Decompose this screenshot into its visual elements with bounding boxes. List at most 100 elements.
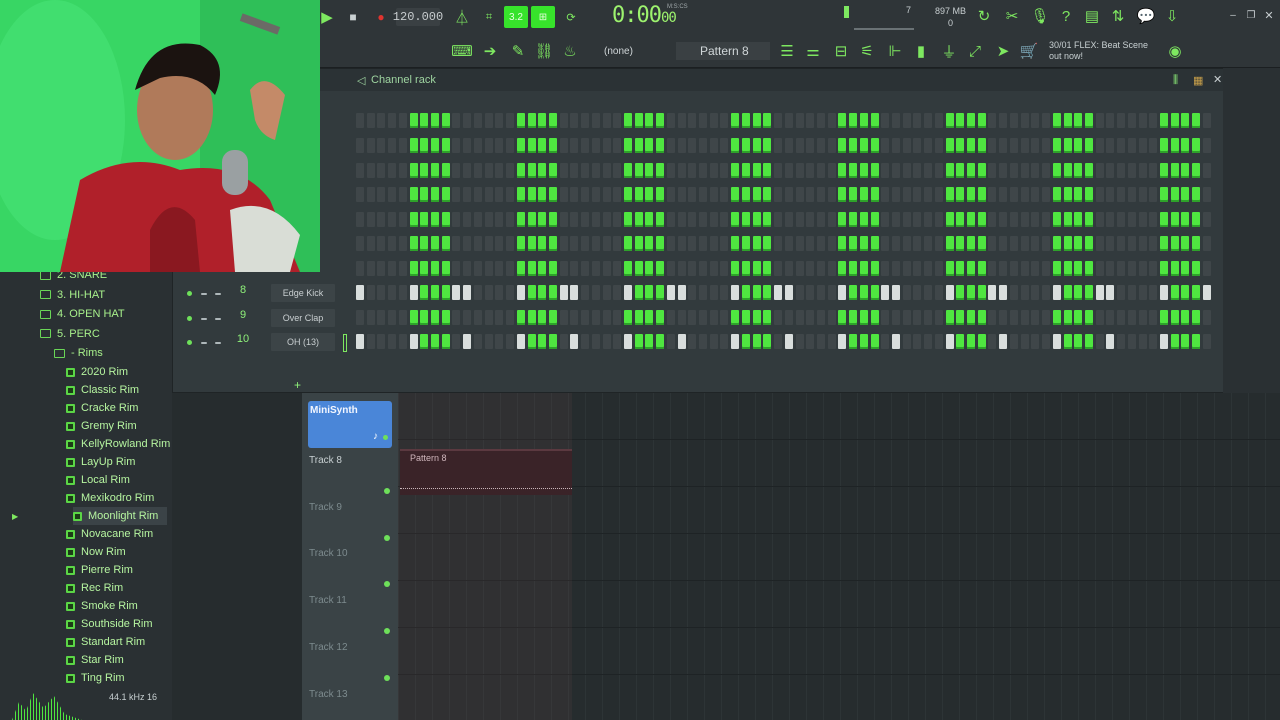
- step-button[interactable]: [634, 236, 643, 251]
- step-button[interactable]: [1192, 236, 1201, 251]
- step-button[interactable]: [849, 212, 858, 227]
- step-button[interactable]: [516, 310, 525, 325]
- channel-knob[interactable]: [215, 293, 221, 295]
- step-button[interactable]: [634, 113, 643, 128]
- step-button[interactable]: [988, 113, 997, 128]
- step-button[interactable]: [1009, 285, 1018, 300]
- step-button[interactable]: [881, 334, 890, 349]
- step-button[interactable]: [1020, 236, 1029, 251]
- step-button[interactable]: [1106, 163, 1115, 178]
- step-button[interactable]: [1020, 113, 1029, 128]
- pick-icon[interactable]: ⤢: [966, 42, 984, 60]
- step-button[interactable]: [656, 212, 665, 227]
- step-button[interactable]: [409, 261, 418, 276]
- browser-folder[interactable]: 5. PERC: [40, 325, 100, 343]
- step-button[interactable]: [666, 310, 675, 325]
- channel-number[interactable]: 8: [235, 284, 251, 296]
- step-button[interactable]: [774, 334, 783, 349]
- step-button[interactable]: [388, 310, 397, 325]
- browser-sample-item[interactable]: Standart Rim: [66, 633, 145, 651]
- step-button[interactable]: [859, 212, 868, 227]
- step-button[interactable]: [859, 163, 868, 178]
- keyboard-icon[interactable]: ⌨: [451, 42, 473, 60]
- step-button[interactable]: [731, 212, 740, 227]
- step-button[interactable]: [870, 285, 879, 300]
- step-button[interactable]: [527, 236, 536, 251]
- step-button[interactable]: [752, 187, 761, 202]
- step-button[interactable]: [377, 163, 386, 178]
- step-button[interactable]: [1117, 163, 1126, 178]
- browser-sample-item[interactable]: Local Rim: [66, 471, 130, 489]
- step-button[interactable]: [999, 212, 1008, 227]
- step-button[interactable]: [645, 113, 654, 128]
- step-button[interactable]: [645, 163, 654, 178]
- step-button[interactable]: [409, 212, 418, 227]
- step-button[interactable]: [838, 138, 847, 153]
- step-button[interactable]: [1138, 236, 1147, 251]
- step-button[interactable]: [356, 236, 364, 251]
- step-button[interactable]: [1020, 212, 1029, 227]
- step-button[interactable]: [388, 261, 397, 276]
- step-button[interactable]: [677, 138, 686, 153]
- step-button[interactable]: [741, 236, 750, 251]
- step-button[interactable]: [967, 187, 976, 202]
- step-button[interactable]: [913, 334, 922, 349]
- step-button[interactable]: [988, 187, 997, 202]
- step-button[interactable]: [741, 163, 750, 178]
- step-button[interactable]: [388, 285, 397, 300]
- step-button[interactable]: [591, 236, 600, 251]
- step-button[interactable]: [699, 212, 708, 227]
- step-button[interactable]: [441, 261, 450, 276]
- step-button[interactable]: [538, 236, 547, 251]
- step-button[interactable]: [527, 334, 536, 349]
- step-button[interactable]: [666, 285, 675, 300]
- step-button[interactable]: [1149, 261, 1158, 276]
- step-button[interactable]: [559, 187, 568, 202]
- step-button[interactable]: [506, 212, 515, 227]
- step-button[interactable]: [1084, 138, 1093, 153]
- step-button[interactable]: [613, 163, 622, 178]
- step-button[interactable]: [452, 285, 461, 300]
- step-button[interactable]: [398, 212, 407, 227]
- step-button[interactable]: [699, 334, 708, 349]
- step-button[interactable]: [548, 187, 557, 202]
- step-button[interactable]: [570, 310, 579, 325]
- step-button[interactable]: [366, 163, 375, 178]
- step-button[interactable]: [441, 113, 450, 128]
- step-button[interactable]: [870, 113, 879, 128]
- step-button[interactable]: [366, 261, 375, 276]
- step-button[interactable]: [924, 113, 933, 128]
- step-button[interactable]: [763, 334, 772, 349]
- file-icon[interactable]: ▮: [912, 42, 930, 60]
- step-button[interactable]: [945, 285, 954, 300]
- step-button[interactable]: [431, 236, 440, 251]
- step-button[interactable]: [699, 163, 708, 178]
- step-button[interactable]: [945, 138, 954, 153]
- step-button[interactable]: [581, 236, 590, 251]
- step-button[interactable]: [881, 310, 890, 325]
- step-button[interactable]: [1074, 163, 1083, 178]
- step-button[interactable]: [1149, 113, 1158, 128]
- step-button[interactable]: [527, 212, 536, 227]
- step-button[interactable]: [1138, 138, 1147, 153]
- step-button[interactable]: [827, 212, 836, 227]
- step-button[interactable]: [1031, 261, 1040, 276]
- rack-close-icon[interactable]: ✕: [1213, 73, 1222, 86]
- step-button[interactable]: [1106, 138, 1115, 153]
- save-icon[interactable]: ▤: [1082, 6, 1102, 26]
- step-button[interactable]: [1117, 261, 1126, 276]
- step-button[interactable]: [838, 163, 847, 178]
- cart-icon[interactable]: 🛒: [1020, 42, 1039, 60]
- step-button[interactable]: [1138, 212, 1147, 227]
- piano-roll-icon[interactable]: ⚌: [804, 42, 822, 60]
- step-button[interactable]: [902, 187, 911, 202]
- step-button[interactable]: [624, 113, 632, 128]
- channel-number[interactable]: 10: [235, 333, 251, 345]
- step-button[interactable]: [548, 334, 557, 349]
- step-button[interactable]: [624, 310, 632, 325]
- step-button[interactable]: [838, 285, 847, 300]
- step-button[interactable]: [806, 334, 815, 349]
- step-button[interactable]: [709, 187, 718, 202]
- step-button[interactable]: [366, 212, 375, 227]
- step-button[interactable]: [838, 310, 847, 325]
